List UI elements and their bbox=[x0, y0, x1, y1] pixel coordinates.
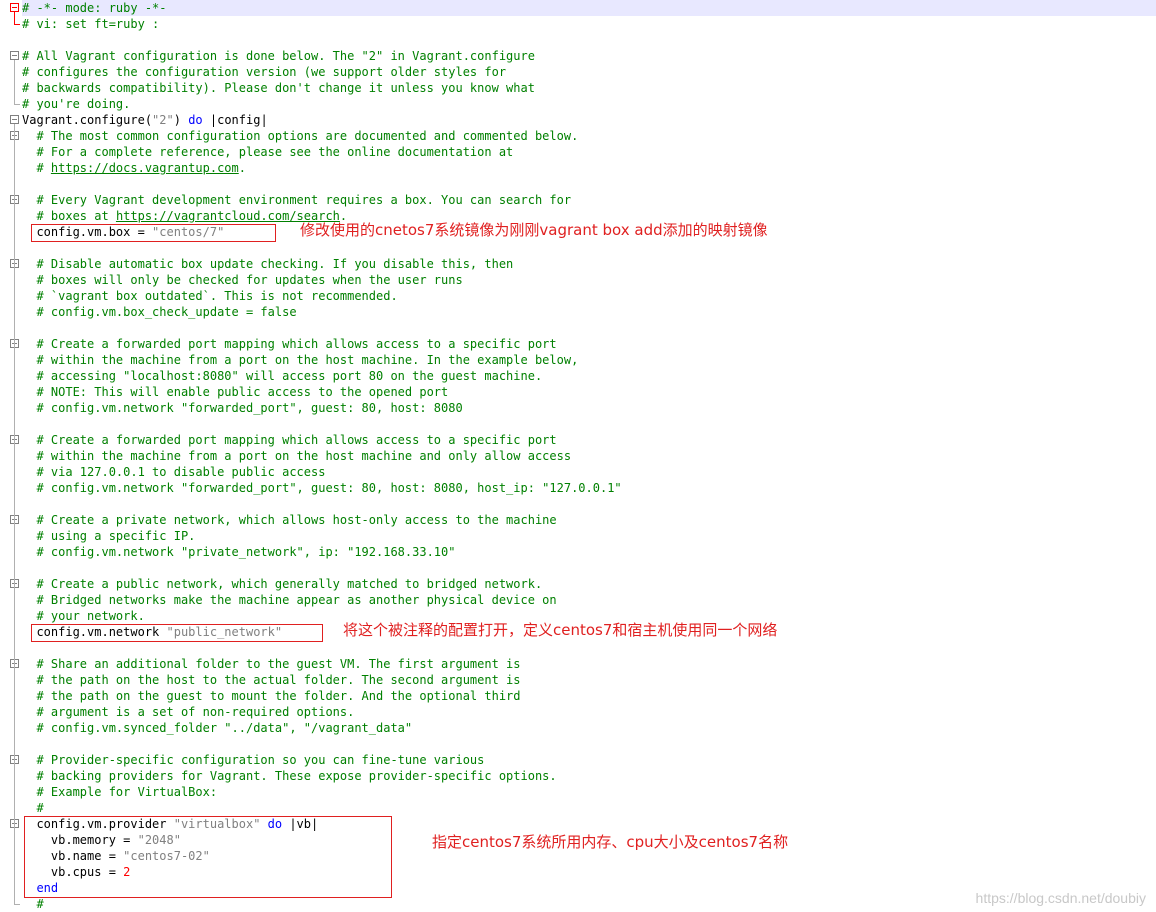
code-line[interactable]: # NOTE: This will enable public access t… bbox=[22, 384, 448, 400]
code-line[interactable]: # Create a public network, which general… bbox=[22, 576, 542, 592]
code-line[interactable]: # Share an additional folder to the gues… bbox=[22, 656, 520, 672]
fold-end-mark bbox=[14, 104, 20, 105]
code-line[interactable]: # For a complete reference, please see t… bbox=[22, 144, 513, 160]
annotation-network-note: 将这个被注释的配置打开，定义centos7和宿主机使用同一个网络 bbox=[343, 621, 778, 639]
code-line[interactable]: # Create a forwarded port mapping which … bbox=[22, 432, 556, 448]
code-line[interactable]: # config.vm.synced_folder "../data", "/v… bbox=[22, 720, 412, 736]
code-line[interactable]: # Every Vagrant development environment … bbox=[22, 192, 571, 208]
fold-gutter bbox=[0, 0, 22, 912]
code-line[interactable]: # backing providers for Vagrant. These e… bbox=[22, 768, 556, 784]
highlight-box-public-network bbox=[31, 624, 323, 642]
code-line[interactable]: # argument is a set of non-required opti… bbox=[22, 704, 354, 720]
code-line[interactable]: # https://docs.vagrantup.com. bbox=[22, 160, 246, 176]
code-line[interactable]: # boxes at https://vagrantcloud.com/sear… bbox=[22, 208, 347, 224]
code-line[interactable]: # via 127.0.0.1 to disable public access bbox=[22, 464, 325, 480]
fold-guide-line bbox=[14, 12, 15, 24]
fold-toggle-icon[interactable] bbox=[10, 51, 19, 60]
code-line[interactable]: # the path on the host to the actual fol… bbox=[22, 672, 520, 688]
highlight-box-vm-box bbox=[31, 224, 276, 242]
code-line[interactable]: # the path on the guest to mount the fol… bbox=[22, 688, 520, 704]
code-line[interactable]: # All Vagrant configuration is done belo… bbox=[22, 48, 535, 64]
annotation-provider-note: 指定centos7系统所用内存、cpu大小及centos7名称 bbox=[432, 833, 789, 851]
fold-toggle-icon[interactable] bbox=[10, 115, 19, 124]
code-line[interactable]: # Create a private network, which allows… bbox=[22, 512, 556, 528]
code-line[interactable]: # Disable automatic box update checking.… bbox=[22, 256, 513, 272]
annotation-box-note: 修改使用的cnetos7系统镜像为刚刚vagrant box add添加的映射镜… bbox=[300, 221, 768, 239]
fold-guide-line bbox=[14, 124, 15, 904]
code-line[interactable]: # within the machine from a port on the … bbox=[22, 352, 578, 368]
code-line[interactable]: # config.vm.network "forwarded_port", gu… bbox=[22, 480, 621, 496]
code-line[interactable]: # bbox=[22, 896, 43, 912]
code-line[interactable]: # within the machine from a port on the … bbox=[22, 448, 571, 464]
code-line[interactable]: # your network. bbox=[22, 608, 144, 624]
code-line[interactable]: # boxes will only be checked for updates… bbox=[22, 272, 462, 288]
code-line[interactable]: # bbox=[22, 800, 43, 816]
fold-end-mark bbox=[14, 24, 20, 25]
watermark: https://blog.csdn.net/doubiy bbox=[975, 890, 1146, 906]
fold-end-mark bbox=[14, 904, 20, 905]
code-line[interactable]: # vi: set ft=ruby : bbox=[22, 16, 159, 32]
code-line[interactable]: # -*- mode: ruby -*- bbox=[22, 0, 1156, 16]
code-line[interactable]: # config.vm.network "forwarded_port", gu… bbox=[22, 400, 462, 416]
code-line[interactable]: # accessing "localhost:8080" will access… bbox=[22, 368, 542, 384]
code-line[interactable]: # Bridged networks make the machine appe… bbox=[22, 592, 556, 608]
code-line[interactable]: Vagrant.configure("2") do |config| bbox=[22, 112, 268, 128]
code-line[interactable]: # you're doing. bbox=[22, 96, 130, 112]
code-line[interactable]: # config.vm.network "private_network", i… bbox=[22, 544, 455, 560]
code-line[interactable]: # Example for VirtualBox: bbox=[22, 784, 217, 800]
code-line[interactable]: # backwards compatibility). Please don't… bbox=[22, 80, 535, 96]
code-line[interactable]: # The most common configuration options … bbox=[22, 128, 578, 144]
code-line[interactable]: # using a specific IP. bbox=[22, 528, 195, 544]
code-line[interactable]: # Create a forwarded port mapping which … bbox=[22, 336, 556, 352]
code-line[interactable]: # configures the configuration version (… bbox=[22, 64, 506, 80]
highlight-box-provider bbox=[24, 816, 392, 898]
fold-toggle-icon[interactable] bbox=[10, 3, 19, 12]
code-line[interactable]: # Provider-specific configuration so you… bbox=[22, 752, 484, 768]
fold-guide-line bbox=[14, 60, 15, 104]
code-line[interactable]: # `vagrant box outdated`. This is not re… bbox=[22, 288, 397, 304]
code-line[interactable]: # config.vm.box_check_update = false bbox=[22, 304, 296, 320]
